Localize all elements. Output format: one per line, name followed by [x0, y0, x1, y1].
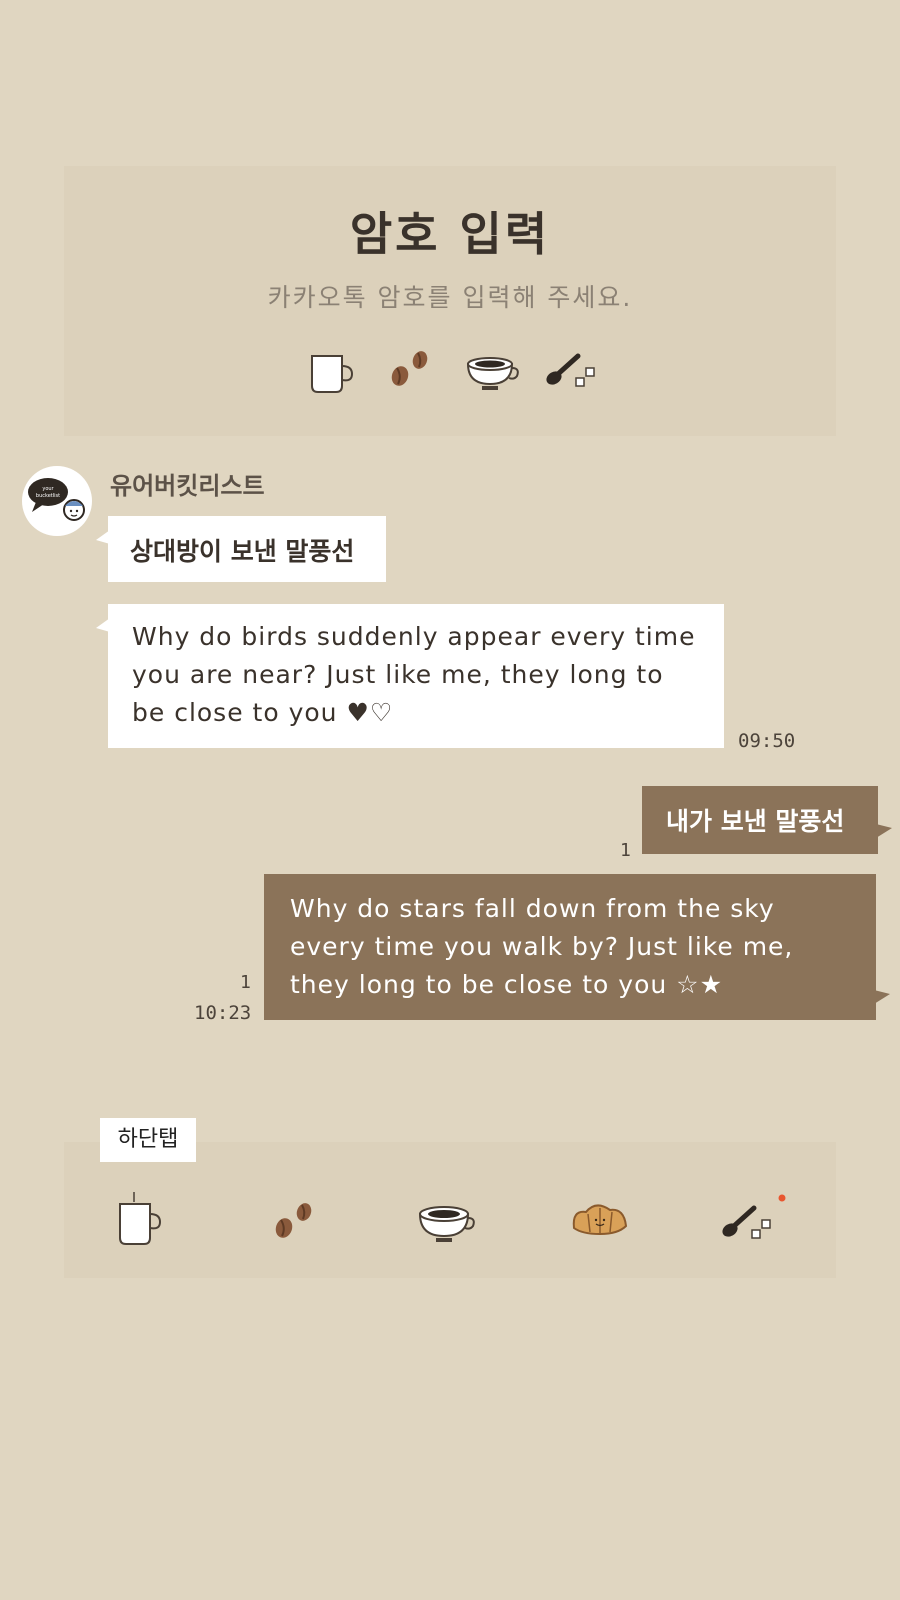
passcode-subtitle: 카카오톡 암호를 입력해 주세요. — [267, 283, 633, 312]
unread-count: 1 — [240, 972, 251, 993]
sent-message-bubble[interactable]: Why do stars fall down from the sky ever… — [264, 874, 890, 1020]
sender-name: 유어버킷리스트 — [110, 472, 265, 500]
received-message-bubble[interactable]: Why do birds suddenly appear every time … — [96, 604, 724, 748]
tabbar-label: 하단탭 — [100, 1118, 196, 1162]
bottom-tab-bar — [64, 1142, 836, 1278]
spoon-sugar-icon[interactable] — [716, 1190, 786, 1248]
bubble-tail — [874, 990, 890, 1004]
message-timestamp: 10:23 — [194, 1002, 252, 1024]
coffee-beans-icon — [382, 346, 442, 396]
svg-text:your: your — [42, 486, 54, 492]
coffee-cup-icon — [462, 346, 522, 396]
message-text: 내가 보낸 말풍선 — [666, 807, 845, 836]
svg-text:bucketlist: bucketlist — [36, 493, 60, 499]
croissant-icon[interactable] — [566, 1190, 636, 1248]
received-message-bubble[interactable]: 상대방이 보낸 말풍선 — [96, 516, 386, 582]
passcode-panel: 암호 입력 카카오톡 암호를 입력해 주세요. — [64, 166, 836, 436]
message-timestamp: 09:50 — [738, 730, 796, 752]
message-text: 상대방이 보낸 말풍선 — [130, 537, 355, 566]
sent-message-bubble[interactable]: 내가 보낸 말풍선 — [642, 786, 892, 854]
message-text: Why do birds suddenly appear every time … — [132, 622, 696, 727]
pin-indicator-row — [304, 346, 604, 396]
passcode-title: 암호 입력 — [349, 207, 551, 261]
coffee-beans-icon[interactable] — [258, 1190, 328, 1248]
bubble-tail — [96, 530, 110, 544]
yourbucketlist-avatar-icon[interactable]: your bucketlist — [22, 466, 92, 536]
coffee-cup-icon[interactable] — [412, 1190, 482, 1248]
notification-badge — [778, 1194, 786, 1202]
unread-count: 1 — [620, 840, 631, 861]
bubble-tail — [876, 824, 892, 838]
bubble-tail — [96, 618, 110, 632]
message-text: Why do stars fall down from the sky ever… — [290, 894, 794, 999]
mug-icon[interactable] — [108, 1190, 178, 1248]
mug-icon — [304, 346, 364, 396]
spoon-sugar-icon — [542, 346, 602, 396]
